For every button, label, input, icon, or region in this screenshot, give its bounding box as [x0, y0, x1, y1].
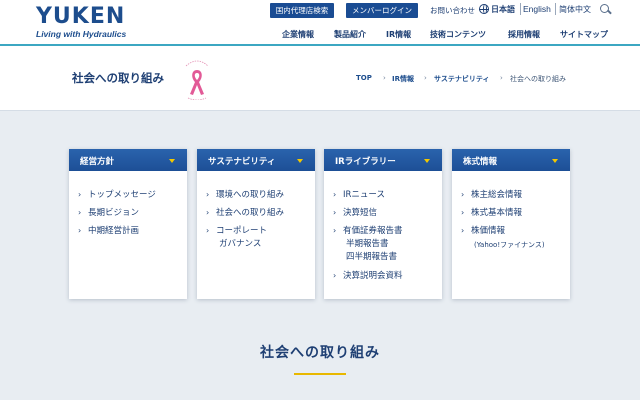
member-login-button[interactable]: メンバーログイン [346, 3, 418, 18]
menu-link-stock-basics[interactable]: › 株式基本情報 [461, 207, 522, 219]
card-title: IRライブラリー [335, 157, 396, 167]
section-title-underline [294, 373, 346, 375]
card-header[interactable]: 経営方針 [69, 149, 187, 171]
chevron-right-icon: › [206, 226, 210, 235]
menu-link-shareholders-meeting[interactable]: › 株主総会情報 [461, 189, 522, 201]
caret-down-icon [169, 159, 175, 163]
nav-company-info[interactable]: 企業情報 [282, 29, 314, 40]
menu-link-society[interactable]: › 社会への取り組み [206, 207, 284, 219]
nav-recruit[interactable]: 採用情報 [508, 29, 540, 40]
breadcrumb-separator: › [383, 74, 386, 82]
nav-ir-info[interactable]: IR情報 [386, 29, 411, 40]
breadcrumb-separator: › [500, 74, 503, 82]
chevron-right-icon: › [461, 190, 465, 199]
globe-icon [479, 4, 489, 14]
chevron-right-icon: › [78, 190, 82, 199]
menu-link-yahoo-finance[interactable]: (Yahoo!ファイナンス) [474, 240, 545, 250]
lang-divider [555, 3, 556, 15]
menu-link-stock-price[interactable]: › 株価情報 [461, 225, 505, 237]
chevron-right-icon: › [206, 190, 210, 199]
menu-card-management: 経営方針 › トップメッセージ › 長期ビジョン › 中期経営計画 [69, 149, 187, 299]
site-header: YUKEN Living with Hydraulics 国内代理店検索 メンバ… [0, 0, 640, 45]
menu-link-briefing-materials[interactable]: › 決算説明会資料 [333, 270, 403, 282]
lang-divider [520, 3, 521, 15]
card-title: 株式情報 [463, 157, 498, 167]
chevron-right-icon: › [333, 271, 337, 280]
section-title: 社会への取り組み [260, 345, 380, 361]
caret-down-icon [424, 159, 430, 163]
chevron-right-icon: › [333, 208, 337, 217]
lang-japanese[interactable]: 日本語 [491, 4, 515, 15]
menu-link-ir-news[interactable]: › IRニュース [333, 189, 385, 201]
menu-link-earnings-report[interactable]: › 決算短信 [333, 207, 377, 219]
title-band-divider [0, 110, 640, 111]
card-header[interactable]: 株式情報 [452, 149, 570, 171]
breadcrumb-top[interactable]: TOP [356, 74, 372, 82]
search-icon[interactable] [600, 4, 609, 13]
menu-card-ir-library: IRライブラリー › IRニュース › 決算短信 › 有価証券報告書 半期報告書 四半… [324, 149, 442, 299]
chevron-right-icon: › [206, 208, 210, 217]
chevron-right-icon: › [461, 226, 465, 235]
yuken-logo[interactable]: YUKEN Living with Hydraulics [36, 4, 127, 40]
lang-chinese[interactable]: 简体中文 [559, 4, 591, 15]
menu-link-quarterly-report[interactable]: 四半期報告書 [346, 251, 397, 263]
breadcrumb-ir[interactable]: IR情報 [392, 74, 414, 84]
menu-card-sustainability: サステナビリティ › 環境への取り組み › 社会への取り組み › コーポレート ガバナ… [197, 149, 315, 299]
menu-link-governance-line2[interactable]: ガバナンス [219, 238, 261, 250]
card-title: サステナビリティ [208, 157, 276, 167]
nav-tech-contents[interactable]: 技術コンテンツ [430, 29, 486, 40]
chevron-right-icon: › [78, 208, 82, 217]
menu-link-securities-report[interactable]: › 有価証券報告書 [333, 225, 403, 237]
card-title: 経営方針 [80, 157, 115, 167]
caret-down-icon [552, 159, 558, 163]
nav-sitemap[interactable]: サイトマップ [560, 29, 608, 40]
caret-down-icon [297, 159, 303, 163]
page-title: 社会への取り組み [72, 71, 164, 85]
lang-english[interactable]: English [523, 4, 551, 14]
card-header[interactable]: IRライブラリー [324, 149, 442, 171]
logo-tagline: Living with Hydraulics [36, 29, 127, 39]
menu-link-environment[interactable]: › 環境への取り組み [206, 189, 284, 201]
breadcrumb-current: 社会への取り組み [510, 75, 566, 83]
chevron-right-icon: › [333, 226, 337, 235]
menu-link-long-term-vision[interactable]: › 長期ビジョン [78, 207, 139, 219]
pink-ribbon-icon [185, 60, 209, 100]
menu-card-stock-info: 株式情報 › 株主総会情報 › 株式基本情報 › 株価情報 (Yahoo!ファイナンス… [452, 149, 570, 299]
card-header[interactable]: サステナビリティ [197, 149, 315, 171]
nav-products[interactable]: 製品紹介 [334, 29, 366, 40]
menu-link-top-message[interactable]: › トップメッセージ [78, 189, 156, 201]
contact-link[interactable]: お問い合わせ [430, 5, 475, 16]
menu-link-mid-term-plan[interactable]: › 中期経営計画 [78, 225, 139, 237]
chevron-right-icon: › [333, 190, 337, 199]
logo-wordmark: YUKEN [36, 4, 126, 29]
chevron-right-icon: › [461, 208, 465, 217]
dealer-search-button[interactable]: 国内代理店検索 [270, 3, 334, 18]
breadcrumb-separator: › [424, 74, 427, 82]
menu-link-semiannual-report[interactable]: 半期報告書 [346, 238, 389, 250]
chevron-right-icon: › [78, 226, 82, 235]
menu-link-governance[interactable]: › コーポレート [206, 225, 267, 237]
title-band: 社会への取り組み TOP › IR情報 › サステナビリティ › 社会への取り組… [0, 46, 640, 110]
breadcrumb-sustainability[interactable]: サステナビリティ [434, 74, 489, 84]
